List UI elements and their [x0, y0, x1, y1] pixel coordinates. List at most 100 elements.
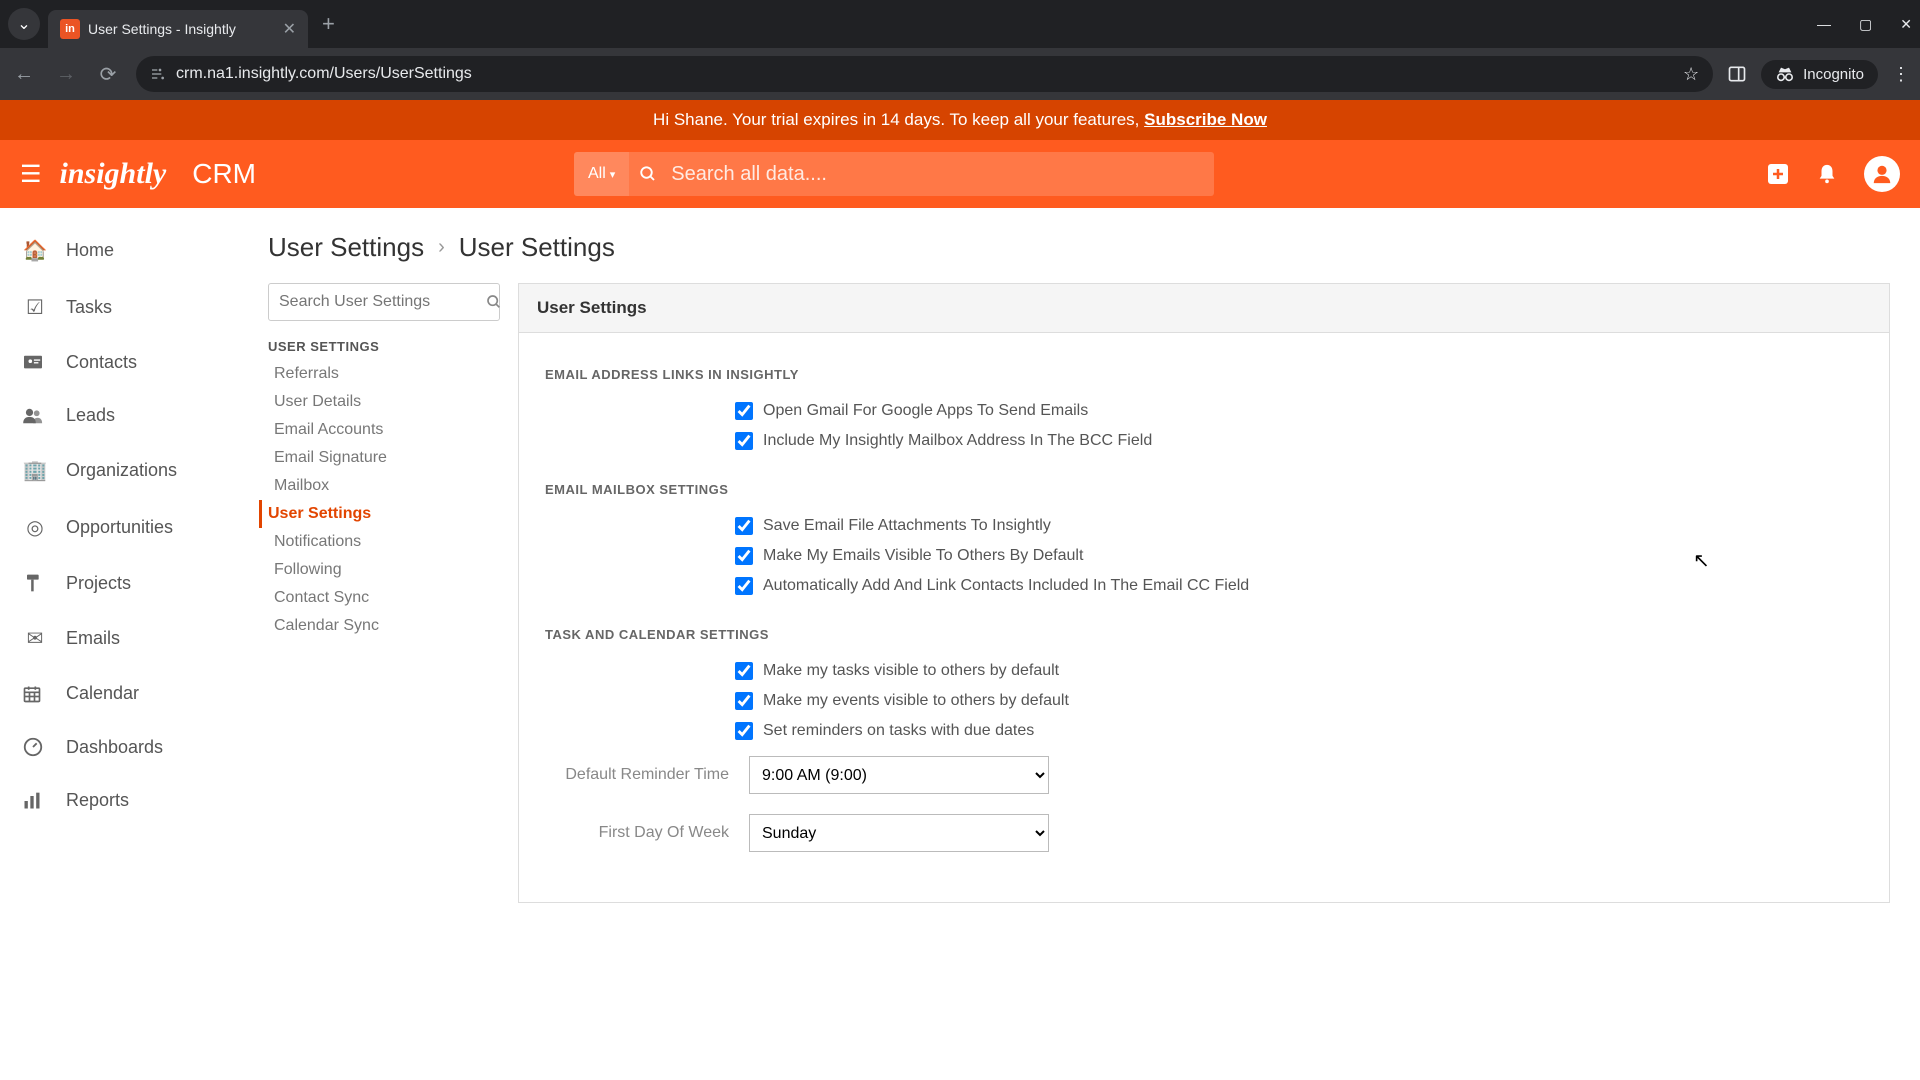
incognito-label: Incognito	[1803, 66, 1864, 83]
checkbox-label: Make my tasks visible to others by defau…	[763, 662, 1059, 680]
first-day-select[interactable]: Sunday	[749, 814, 1049, 852]
settings-nav-item[interactable]: Email Signature	[268, 444, 500, 472]
sidebar-item-label: Opportunities	[66, 517, 173, 538]
sidebar-item-home[interactable]: 🏠Home	[0, 222, 238, 279]
target-icon: ◎	[22, 515, 48, 540]
sidebar-item-label: Leads	[66, 405, 115, 426]
checkbox-auto-link-cc[interactable]	[735, 577, 753, 595]
subscribe-link[interactable]: Subscribe Now	[1144, 110, 1267, 129]
checkbox-open-gmail[interactable]	[735, 402, 753, 420]
settings-nav-item[interactable]: Following	[268, 556, 500, 584]
checkbox-tasks-visible[interactable]	[735, 662, 753, 680]
checkbox-events-visible[interactable]	[735, 692, 753, 710]
create-button[interactable]	[1766, 162, 1790, 186]
sidebar-item-reports[interactable]: Reports	[0, 774, 238, 827]
cursor-icon: ↖	[1693, 548, 1710, 573]
bookmark-icon[interactable]: ☆	[1683, 64, 1699, 85]
app-bar: ☰ insightly CRM All	[0, 140, 1920, 208]
trial-text: Hi Shane. Your trial expires in 14 days.…	[653, 110, 1144, 129]
breadcrumb-current: User Settings	[459, 232, 615, 263]
search-scope-dropdown[interactable]: All	[574, 152, 629, 196]
reminder-time-select[interactable]: 9:00 AM (9:00)	[749, 756, 1049, 794]
calendar-icon	[22, 684, 48, 704]
tab-search-button[interactable]: ⌄	[8, 8, 40, 40]
first-day-label: First Day Of Week	[545, 824, 735, 842]
checkbox-label: Include My Insightly Mailbox Address In …	[763, 432, 1152, 450]
breadcrumb: User Settings › User Settings	[268, 232, 1890, 263]
checkbox-save-attachments[interactable]	[735, 517, 753, 535]
bar-chart-icon	[22, 791, 48, 811]
close-window-icon[interactable]: ✕	[1900, 16, 1912, 33]
maximize-icon[interactable]: ▢	[1859, 16, 1872, 33]
panel-title: User Settings	[519, 284, 1889, 333]
checkbox-label: Save Email File Attachments To Insightly	[763, 517, 1051, 535]
settings-nav-item[interactable]: Notifications	[268, 528, 500, 556]
checkbox-label: Set reminders on tasks with due dates	[763, 722, 1034, 740]
chevron-down-icon: ⌄	[17, 14, 30, 34]
main-sidebar: 🏠Home ☑Tasks Contacts Leads 🏢 Organizatio…	[0, 208, 238, 1078]
settings-nav-item[interactable]: Calendar Sync	[268, 612, 500, 640]
settings-nav-item[interactable]: User Settings	[259, 500, 500, 528]
browser-toolbar: ← → ⟳ crm.na1.insightly.com/Users/UserSe…	[0, 48, 1920, 100]
section-task-cal-title: TASK AND CALENDAR SETTINGS	[545, 627, 1863, 642]
sidebar-item-label: Calendar	[66, 683, 139, 704]
sidebar-item-dashboards[interactable]: Dashboards	[0, 720, 238, 774]
search-icon[interactable]	[486, 294, 502, 310]
search-input[interactable]	[667, 163, 1214, 186]
incognito-icon	[1775, 66, 1795, 82]
notifications-icon[interactable]	[1816, 162, 1838, 186]
back-button[interactable]: ←	[10, 63, 38, 86]
chevron-right-icon: ›	[438, 236, 445, 259]
forward-button[interactable]: →	[52, 63, 80, 86]
settings-nav-item[interactable]: Referrals	[268, 360, 500, 388]
checkbox-emails-visible[interactable]	[735, 547, 753, 565]
sidebar-item-calendar[interactable]: Calendar	[0, 667, 238, 720]
home-icon: 🏠	[22, 238, 48, 263]
url-bar[interactable]: crm.na1.insightly.com/Users/UserSettings…	[136, 56, 1713, 92]
logo[interactable]: insightly	[60, 157, 167, 191]
new-tab-button[interactable]: +	[322, 11, 335, 37]
sidebar-item-label: Tasks	[66, 297, 112, 318]
incognito-badge[interactable]: Incognito	[1761, 60, 1878, 89]
sidebar-item-organizations[interactable]: 🏢 Organizations	[0, 442, 238, 499]
minimize-icon[interactable]: —	[1817, 16, 1831, 32]
checkbox-include-bcc[interactable]	[735, 432, 753, 450]
checkbox-reminders[interactable]	[735, 722, 753, 740]
sidebar-item-emails[interactable]: ✉Emails	[0, 610, 238, 667]
section-mailbox-title: EMAIL MAILBOX SETTINGS	[545, 482, 1863, 497]
sidebar-item-label: Organizations	[66, 460, 177, 481]
settings-panel: User Settings EMAIL ADDRESS LINKS IN INS…	[518, 283, 1890, 903]
side-panel-icon[interactable]	[1727, 64, 1747, 84]
gauge-icon	[22, 736, 48, 758]
settings-search[interactable]	[268, 283, 500, 321]
sidebar-item-projects[interactable]: Projects	[0, 556, 238, 610]
browser-tab[interactable]: in User Settings - Insightly ✕	[48, 10, 308, 48]
sidebar-item-label: Reports	[66, 790, 129, 811]
product-label: CRM	[192, 158, 256, 190]
checkbox-label: Make My Emails Visible To Others By Defa…	[763, 547, 1083, 565]
settings-nav-item[interactable]: Contact Sync	[268, 584, 500, 612]
settings-nav-item[interactable]: User Details	[268, 388, 500, 416]
settings-nav-item[interactable]: Email Accounts	[268, 416, 500, 444]
profile-button[interactable]	[1864, 156, 1900, 192]
checkbox-label: Automatically Add And Link Contacts Incl…	[763, 577, 1249, 595]
breadcrumb-root[interactable]: User Settings	[268, 232, 424, 263]
browser-menu-icon[interactable]: ⋮	[1892, 64, 1910, 85]
sidebar-item-contacts[interactable]: Contacts	[0, 336, 238, 389]
envelope-icon: ✉	[22, 626, 48, 651]
sidebar-item-opportunities[interactable]: ◎ Opportunities	[0, 499, 238, 556]
menu-icon[interactable]: ☰	[20, 160, 42, 189]
reload-button[interactable]: ⟳	[94, 62, 122, 87]
building-icon: 🏢	[22, 458, 48, 483]
site-settings-icon[interactable]	[150, 66, 166, 82]
sidebar-item-label: Contacts	[66, 352, 137, 373]
sidebar-item-tasks[interactable]: ☑Tasks	[0, 279, 238, 336]
settings-nav-item[interactable]: Mailbox	[268, 472, 500, 500]
sidebar-item-label: Projects	[66, 573, 131, 594]
settings-search-input[interactable]	[279, 293, 486, 311]
close-icon[interactable]: ✕	[283, 19, 296, 39]
window-controls: — ▢ ✕	[1817, 16, 1912, 33]
sidebar-item-leads[interactable]: Leads	[0, 389, 238, 442]
reminder-time-label: Default Reminder Time	[545, 766, 735, 784]
settings-side-nav: USER SETTINGS ReferralsUser DetailsEmail…	[268, 283, 500, 903]
